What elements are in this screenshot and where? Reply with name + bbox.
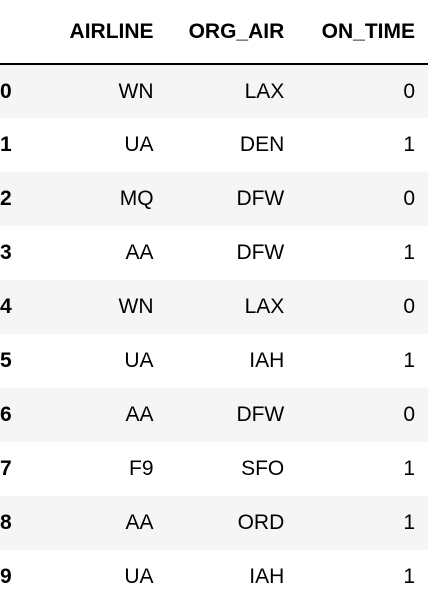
row-index: 3 xyxy=(0,241,12,264)
column-header-airline: AIRLINE xyxy=(49,0,154,65)
cell-on-time: 0 xyxy=(403,295,415,318)
cell-airline: AA xyxy=(125,511,154,534)
cell-airline: AA xyxy=(125,241,154,264)
table-row: 4 WN LAX 0 xyxy=(0,280,428,334)
cell-airline: UA xyxy=(124,133,154,156)
table-header: AIRLINE ORG_AIR ON_TIME xyxy=(0,0,428,65)
cell-on-time: 1 xyxy=(403,133,415,156)
cell-org-air: DFW xyxy=(236,187,285,210)
cell-on-time: 0 xyxy=(403,403,415,426)
cell-org-air: LAX xyxy=(244,79,285,103)
row-index: 8 xyxy=(0,511,12,534)
cell-on-time: 1 xyxy=(403,241,415,264)
table-row: 5 UA IAH 1 xyxy=(0,334,428,388)
table-row: 8 AA ORD 1 xyxy=(0,496,428,550)
table-row: 0 WN LAX 0 xyxy=(0,64,428,118)
cell-airline: WN xyxy=(118,295,154,318)
table-row: 9 UA IAH 1 xyxy=(0,550,428,604)
cell-airline: UA xyxy=(124,349,154,372)
cell-org-air: ORD xyxy=(237,511,285,534)
cell-on-time: 1 xyxy=(403,565,415,588)
row-index: 6 xyxy=(0,403,12,426)
cell-org-air: DFW xyxy=(236,403,285,426)
cell-on-time: 1 xyxy=(403,349,415,372)
table-row: 1 UA DEN 1 xyxy=(0,118,428,172)
row-index: 5 xyxy=(0,349,12,372)
dataframe-table: AIRLINE ORG_AIR ON_TIME 0 WN LAX 0 1 UA … xyxy=(0,0,428,604)
cell-org-air: IAH xyxy=(249,349,285,372)
dataframe-output: AIRLINE ORG_AIR ON_TIME 0 WN LAX 0 1 UA … xyxy=(0,0,434,604)
index-header xyxy=(0,0,50,65)
cell-airline: WN xyxy=(118,79,154,103)
row-index: 1 xyxy=(0,133,12,156)
table-row: 3 AA DFW 1 xyxy=(0,226,428,280)
column-header-org-air: ORG_AIR xyxy=(153,0,285,65)
row-index: 9 xyxy=(0,565,12,588)
cell-org-air: SFO xyxy=(241,457,285,480)
row-index: 7 xyxy=(0,457,12,480)
header-row: AIRLINE ORG_AIR ON_TIME xyxy=(0,0,428,65)
row-index: 4 xyxy=(0,295,12,318)
cell-airline: UA xyxy=(124,565,154,588)
cell-airline: F9 xyxy=(129,457,154,480)
table-row: 2 MQ DFW 0 xyxy=(0,172,428,226)
column-header-on-time: ON_TIME xyxy=(284,0,428,65)
table-row: 7 F9 SFO 1 xyxy=(0,442,428,496)
row-index: 2 xyxy=(0,187,12,210)
cell-on-time: 0 xyxy=(403,187,415,210)
cell-org-air: IAH xyxy=(249,565,285,588)
cell-org-air: DFW xyxy=(236,241,285,264)
cell-airline: AA xyxy=(125,403,154,426)
table-row: 6 AA DFW 0 xyxy=(0,388,428,442)
cell-on-time: 0 xyxy=(403,79,415,103)
row-index: 0 xyxy=(0,79,12,103)
cell-airline: MQ xyxy=(119,187,154,210)
cell-org-air: LAX xyxy=(244,295,285,318)
cell-on-time: 1 xyxy=(403,457,415,480)
cell-on-time: 1 xyxy=(403,511,415,534)
table-body: 0 WN LAX 0 1 UA DEN 1 2 MQ DFW 0 3 AA DF… xyxy=(0,64,428,604)
cell-org-air: DEN xyxy=(239,133,285,156)
